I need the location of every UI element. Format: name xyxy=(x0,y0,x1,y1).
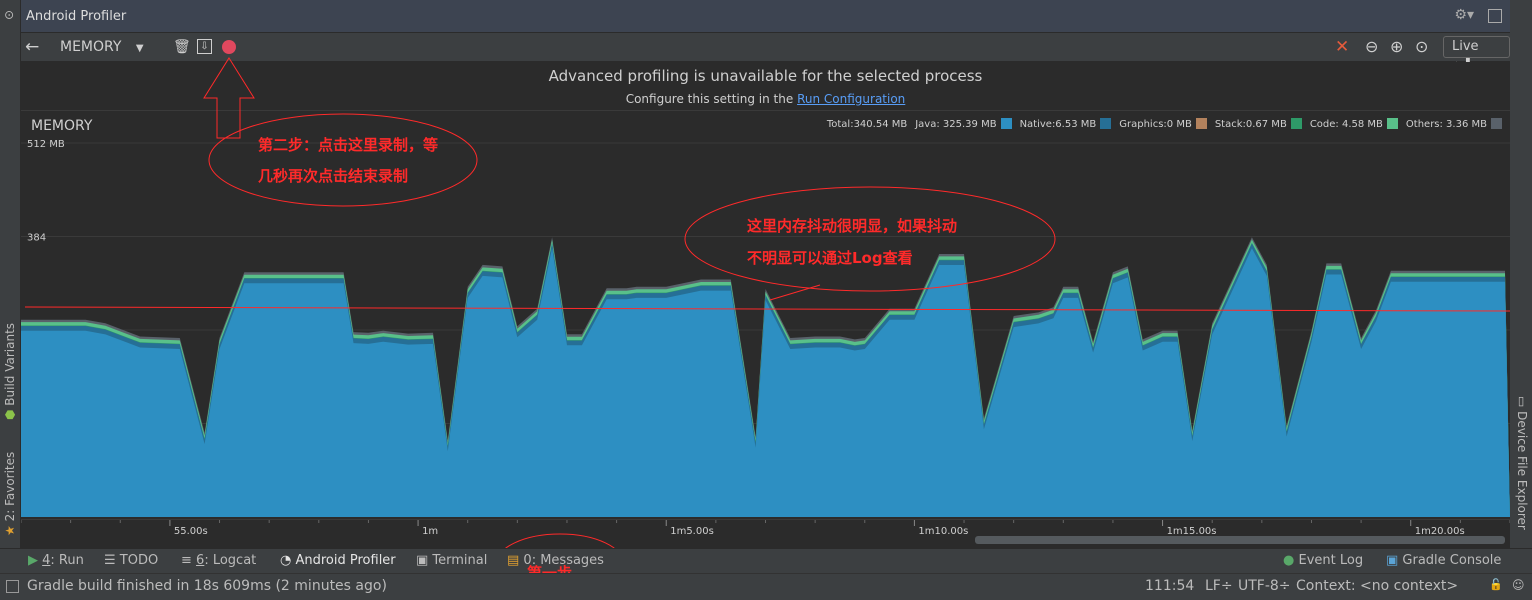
favorites-tab[interactable]: ★ 2: Favorites xyxy=(3,452,17,536)
y-tick-label: 384 xyxy=(27,233,46,244)
x-tick-label: 1m xyxy=(422,526,438,537)
hide-panel-icon[interactable] xyxy=(1488,9,1502,23)
android-icon: ⬢ xyxy=(3,405,17,420)
tab-terminal-label: Terminal xyxy=(432,553,488,568)
x-tick-label: 1m10.00s xyxy=(918,526,968,537)
logcat-icon: ≡ xyxy=(181,553,197,568)
banner-sub-text: Configure this setting in the xyxy=(625,92,798,106)
window-title: Android Profiler xyxy=(26,9,127,24)
tab-gradle-label: Gradle Console xyxy=(1402,553,1502,568)
memory-chart-panel: MEMORY Total:340.54 MB Java: 325.39 MB N… xyxy=(21,111,1510,521)
star-icon: ★ xyxy=(3,521,17,536)
tab-gradle-console[interactable]: ▣ Gradle Console xyxy=(1386,553,1501,568)
file-encoding[interactable]: UTF-8÷ xyxy=(1238,578,1291,594)
event-log-icon: ● xyxy=(1283,553,1299,568)
tool-windows-toggle-icon[interactable] xyxy=(6,580,19,593)
memory-chart[interactable]: 512 MB384256128 xyxy=(21,111,1510,521)
tab-android-profiler[interactable]: ◔ Android Profiler xyxy=(280,553,396,568)
run-configuration-link[interactable]: Run Configuration xyxy=(797,92,905,106)
status-message: Gradle build finished in 18s 609ms (2 mi… xyxy=(27,578,387,594)
build-variants-tab[interactable]: ⬢ Build Variants xyxy=(3,323,17,420)
tab-profiler-label: Android Profiler xyxy=(295,553,396,568)
zoom-out-icon[interactable]: ⊖ xyxy=(1365,33,1378,61)
todo-icon: ☰ xyxy=(104,553,120,568)
caret-position[interactable]: 111:54 xyxy=(1145,578,1194,594)
close-session-icon[interactable]: ✕ xyxy=(1335,33,1349,61)
context-selector[interactable]: Context: <no context> xyxy=(1296,578,1458,594)
device-file-explorer-tab[interactable]: ▭ Device File Explorer xyxy=(1515,396,1529,530)
tab-run[interactable]: ▶ 4: Run xyxy=(28,553,84,568)
profiler-gauge-icon: ◔ xyxy=(280,553,296,568)
record-allocations-button[interactable] xyxy=(222,40,236,54)
monitor-label: MEMORY xyxy=(60,39,122,55)
zoom-in-icon[interactable]: ⊕ xyxy=(1390,33,1403,61)
captures-tab-icon[interactable]: ⊙ xyxy=(2,10,16,20)
back-arrow-icon[interactable]: ← xyxy=(25,33,39,61)
advanced-profiling-banner: Advanced profiling is unavailable for th… xyxy=(21,62,1510,111)
banner-subtitle: Configure this setting in the Run Config… xyxy=(21,92,1510,106)
x-tick-label: 55.00s xyxy=(174,526,208,537)
terminal-icon: ▣ xyxy=(416,553,433,568)
annotation-step2-line1: 第二步：点击这里录制，等 xyxy=(258,136,439,154)
status-bar: Gradle build finished in 18s 609ms (2 mi… xyxy=(0,573,1532,600)
left-tool-strip: ⊙ ⬢ Build Variants ★ 2: Favorites xyxy=(0,0,21,599)
messages-icon: ▤ xyxy=(507,553,524,568)
profiler-title-bar: Android Profiler ⚙▾ xyxy=(21,0,1510,33)
monitor-selector[interactable]: MEMORY ▼ xyxy=(60,33,144,61)
file-icon: ▭ xyxy=(1515,396,1529,412)
tab-event-log[interactable]: ● Event Log xyxy=(1283,553,1363,568)
gradle-console-icon: ▣ xyxy=(1386,553,1403,568)
line-separator[interactable]: LF÷ xyxy=(1205,578,1233,594)
tab-logcat[interactable]: ≡ 6: Logcat xyxy=(181,553,256,568)
timeline-scrollbar[interactable] xyxy=(975,536,1505,544)
java-area xyxy=(21,248,1510,517)
run-icon: ▶ xyxy=(28,553,43,568)
trash-icon[interactable]: 🗑 xyxy=(173,33,191,61)
x-tick-label: 1m5.00s xyxy=(670,526,714,537)
tab-run-label: : Run xyxy=(50,553,84,568)
hector-icon[interactable]: ☺ xyxy=(1512,578,1525,592)
heap-dump-icon[interactable]: ⇩ xyxy=(197,39,212,54)
banner-title: Advanced profiling is unavailable for th… xyxy=(548,67,983,85)
bottom-tool-tabs: ▶ 4: Run ☰ TODO ≡ 6: Logcat ◔ Android Pr… xyxy=(0,548,1532,574)
annotation-step2-line2: 几秒再次点击结束录制 xyxy=(258,167,409,185)
tab-event-log-label: Event Log xyxy=(1298,553,1364,568)
annotation-jitter-line1: 这里内存抖动很明显，如果抖动 xyxy=(747,217,958,235)
profiler-toolbar: ← MEMORY ▼ 🗑 ⇩ ✕ ⊖ ⊕ ⊙ Live ▶▍ xyxy=(21,33,1510,74)
annotation-jitter-line2: 不明显可以通过Log查看 xyxy=(747,249,913,267)
reset-zoom-icon[interactable]: ⊙ xyxy=(1415,33,1428,61)
y-tick-label: 512 MB xyxy=(27,139,65,150)
tab-todo[interactable]: ☰ TODO xyxy=(104,553,158,568)
chevron-down-icon: ▼ xyxy=(135,43,144,54)
tab-todo-label: TODO xyxy=(119,553,159,568)
tab-logcat-label: : Logcat xyxy=(204,553,257,568)
live-button[interactable]: Live ▶▍ xyxy=(1443,36,1510,74)
lock-icon[interactable]: 🔓 xyxy=(1489,578,1503,591)
settings-gear-icon[interactable]: ⚙▾ xyxy=(1454,7,1474,23)
right-tool-strip: ▭ Device File Explorer xyxy=(1509,0,1532,548)
tab-terminal[interactable]: ▣ Terminal xyxy=(416,553,487,568)
live-label: Live xyxy=(1452,39,1479,54)
